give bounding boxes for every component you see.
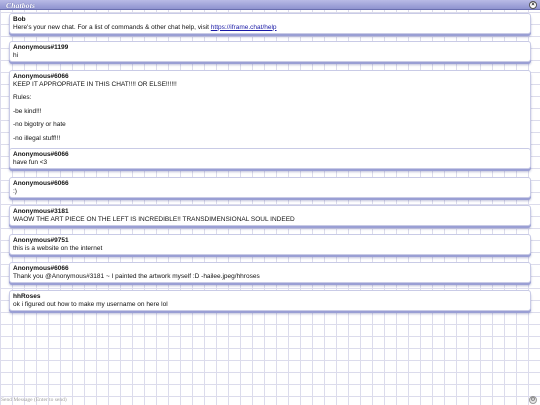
message-body: KEEP IT APPROPRIATE IN THIS CHAT!!!! OR … <box>13 81 527 143</box>
message-author: Anonymous#1199 <box>13 44 69 51</box>
help-link[interactable]: https://iframe.chat/help <box>211 24 277 31</box>
message-input[interactable] <box>1 396 521 404</box>
message-text: ok i figured out how to make my username… <box>13 300 168 308</box>
message-text: -no illegal stuff!!! <box>13 134 61 142</box>
message-author: Anonymous#9751 <box>13 237 69 244</box>
message-item: Anonymous#3181 WAOW THE ART PIECE ON THE… <box>9 205 531 226</box>
message-item: Anonymous#9751 this is a website on the … <box>9 234 531 255</box>
message-item: Anonymous#1199 hi <box>9 41 531 62</box>
close-icon[interactable]: × <box>529 1 537 9</box>
message-text: WAOW THE ART PIECE ON THE LEFT IS INCRED… <box>13 215 295 223</box>
composer-bar: ⚙ <box>0 395 540 405</box>
message-text: Here's your new chat. For a list of comm… <box>13 23 211 31</box>
settings-icon[interactable]: ⚙ <box>529 396 537 404</box>
message-text: hi <box>13 51 19 59</box>
message-text: :) <box>13 187 17 195</box>
message-body: have fun <3 <box>13 159 527 167</box>
message-item: Anonymous#6066 Thank you @Anonymous#3181… <box>9 262 531 283</box>
message-author: Anonymous#6066 <box>13 151 69 158</box>
message-text: have fun <3 <box>13 158 48 166</box>
message-text: KEEP IT APPROPRIATE IN THIS CHAT!!!! OR … <box>13 80 177 88</box>
message-body: Here's your new chat. For a list of comm… <box>13 24 527 32</box>
message-text: Thank you @Anonymous#3181 ~ I painted th… <box>13 272 260 280</box>
message-body: this is a website on the internet <box>13 245 527 253</box>
message-body: hi <box>13 52 527 60</box>
message-item: Anonymous#6066 :) <box>9 177 531 198</box>
message-text: Rules: <box>13 94 32 101</box>
message-item: Bob Here's your new chat. For a list of … <box>9 13 531 34</box>
message-text: -no bigotry or hate <box>13 121 66 128</box>
message-author: Anonymous#3181 <box>13 208 69 215</box>
message-author: Anonymous#6066 <box>13 265 69 272</box>
message-body: :) <box>13 188 527 196</box>
message-item: Anonymous#6066 have fun <3 <box>9 148 531 169</box>
message-item: Anonymous#6066 KEEP IT APPROPRIATE IN TH… <box>9 70 531 152</box>
window-title: Chatbots <box>6 1 36 10</box>
message-author: hhRoses <box>13 293 41 300</box>
message-text: -be kind!!! <box>13 107 42 115</box>
message-author: Anonymous#6066 <box>13 73 69 80</box>
message-author: Anonymous#6066 <box>13 180 69 187</box>
message-body: ok i figured out how to make my username… <box>13 301 527 309</box>
message-body: WAOW THE ART PIECE ON THE LEFT IS INCRED… <box>13 216 527 224</box>
message-author: Bob <box>13 16 26 23</box>
message-text: this is a website on the internet <box>13 244 103 252</box>
message-item: hhRoses ok i figured out how to make my … <box>9 290 531 311</box>
message-body: Thank you @Anonymous#3181 ~ I painted th… <box>13 273 527 281</box>
title-bar: Chatbots × <box>0 0 540 10</box>
